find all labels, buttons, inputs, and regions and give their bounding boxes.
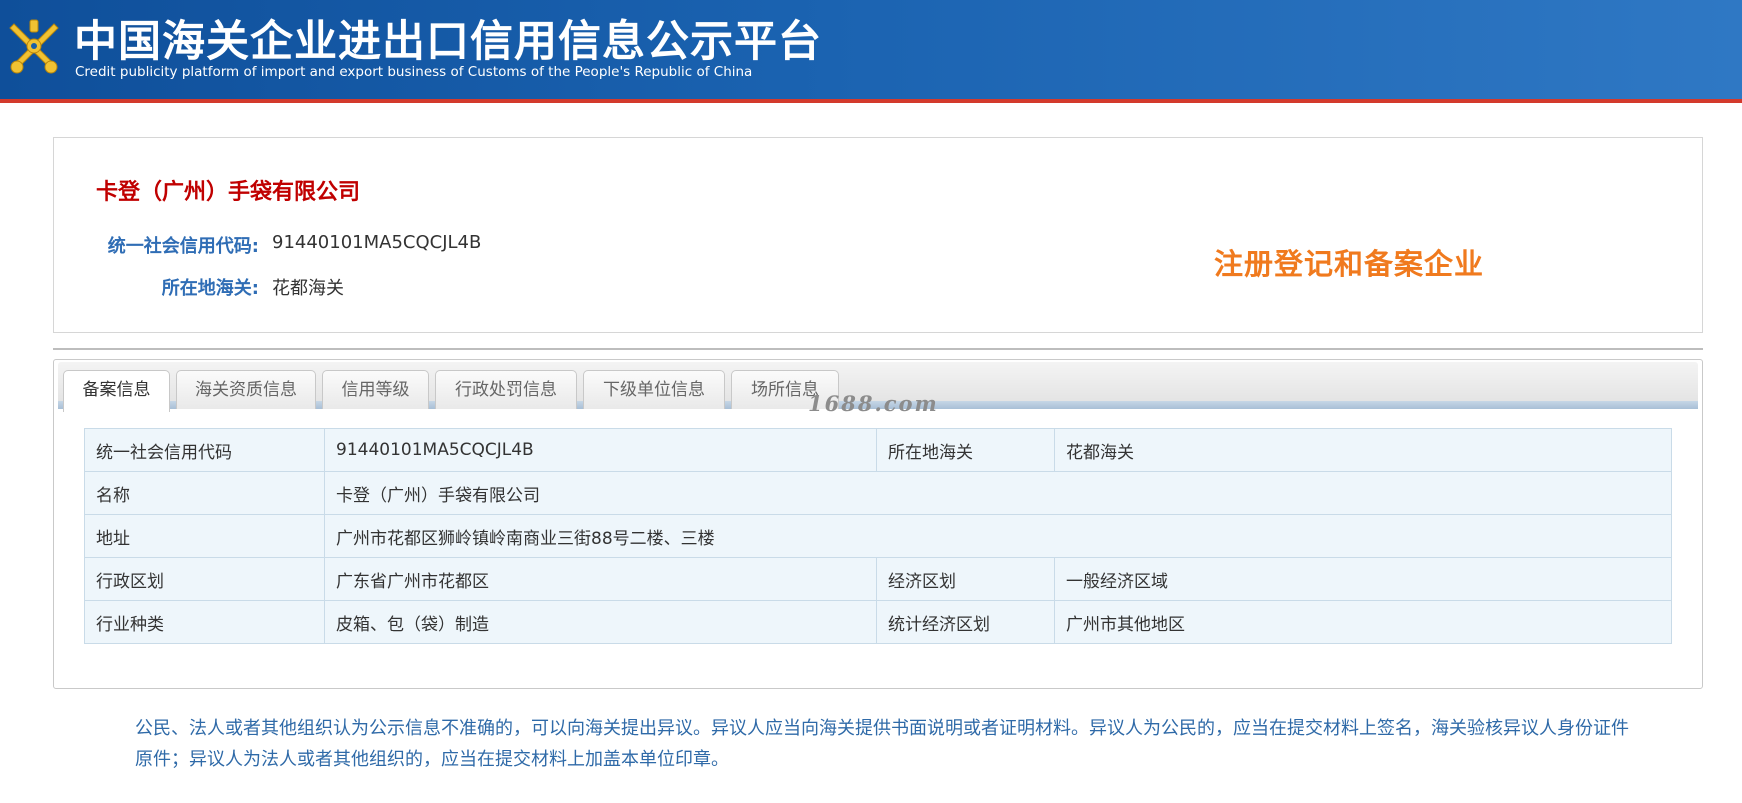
table-row: 行政区划 广东省广州市花都区 经济区划 一般经济区域 bbox=[84, 557, 1672, 601]
table-row: 名称 卡登（广州）手袋有限公司 bbox=[84, 471, 1672, 515]
table-row: 统一社会信用代码 91440101MA5CQCJL4B 所在地海关 花都海关 bbox=[84, 428, 1672, 472]
customs-office-label: 所在地海关: bbox=[161, 278, 259, 299]
customs-office-value: 花都海关 bbox=[272, 278, 344, 299]
table-row: 地址 广州市花都区狮岭镇岭南商业三街88号二楼、三楼 bbox=[84, 514, 1672, 558]
site-header: 中国海关企业进出口信用信息公示平台 Credit publicity platf… bbox=[0, 0, 1742, 103]
table-row: 行业种类 皮箱、包（袋）制造 统计经济区划 广州市其他地区 bbox=[84, 600, 1672, 644]
tab-administrative-penalty[interactable]: 行政处罚信息 bbox=[435, 370, 577, 409]
company-name: 卡登（广州）手袋有限公司 bbox=[96, 180, 361, 205]
table-value-cell: 皮箱、包（袋）制造 bbox=[324, 600, 877, 644]
table-label-cell: 统计经济区划 bbox=[876, 600, 1055, 644]
tab-customs-qualification[interactable]: 海关资质信息 bbox=[176, 370, 316, 409]
table-value-cell: 卡登（广州）手袋有限公司 bbox=[324, 471, 1672, 515]
filing-info-table: 统一社会信用代码 91440101MA5CQCJL4B 所在地海关 花都海关 名… bbox=[84, 428, 1672, 644]
objection-notice: 公民、法人或者其他组织认为公示信息不准确的，可以向海关提出异议。异议人应当向海关… bbox=[135, 718, 1629, 770]
registration-status: 注册登记和备案企业 bbox=[1214, 247, 1485, 281]
table-value-cell: 一般经济区域 bbox=[1054, 557, 1672, 601]
table-value-cell: 花都海关 bbox=[1054, 428, 1672, 472]
credit-code-value: 91440101MA5CQCJL4B bbox=[272, 232, 482, 253]
table-label-cell: 地址 bbox=[84, 514, 325, 558]
section-divider bbox=[53, 348, 1703, 350]
site-title: 中国海关企业进出口信用信息公示平台 bbox=[74, 17, 822, 67]
table-label-cell: 所在地海关 bbox=[876, 428, 1055, 472]
site-subtitle: Credit publicity platform of import and … bbox=[75, 64, 753, 80]
table-label-cell: 名称 bbox=[84, 471, 325, 515]
table-label-cell: 统一社会信用代码 bbox=[84, 428, 325, 472]
table-label-cell: 行政区划 bbox=[84, 557, 325, 601]
company-summary-card: 卡登（广州）手袋有限公司 统一社会信用代码: 91440101MA5CQCJL4… bbox=[53, 137, 1703, 333]
tab-credit-rating[interactable]: 信用等级 bbox=[322, 370, 429, 409]
table-label-cell: 行业种类 bbox=[84, 600, 325, 644]
credit-code-label: 统一社会信用代码: bbox=[107, 236, 259, 257]
table-label-cell: 经济区划 bbox=[876, 557, 1055, 601]
tab-filing-info[interactable]: 备案信息 bbox=[63, 370, 170, 412]
watermark-text: 1688.com bbox=[808, 391, 939, 416]
details-panel: 备案信息 海关资质信息 信用等级 行政处罚信息 下级单位信息 场所信息 1688… bbox=[53, 359, 1703, 689]
tab-subordinate-units[interactable]: 下级单位信息 bbox=[583, 370, 725, 409]
table-value-cell: 广州市花都区狮岭镇岭南商业三街88号二楼、三楼 bbox=[324, 514, 1672, 558]
table-value-cell: 广州市其他地区 bbox=[1054, 600, 1672, 644]
customs-emblem-icon bbox=[9, 19, 59, 74]
table-value-cell: 广东省广州市花都区 bbox=[324, 557, 877, 601]
header-accent-line bbox=[0, 99, 1742, 103]
tab-bar: 备案信息 海关资质信息 信用等级 行政处罚信息 下级单位信息 场所信息 1688… bbox=[58, 362, 1698, 416]
table-value-cell: 91440101MA5CQCJL4B bbox=[324, 428, 877, 472]
